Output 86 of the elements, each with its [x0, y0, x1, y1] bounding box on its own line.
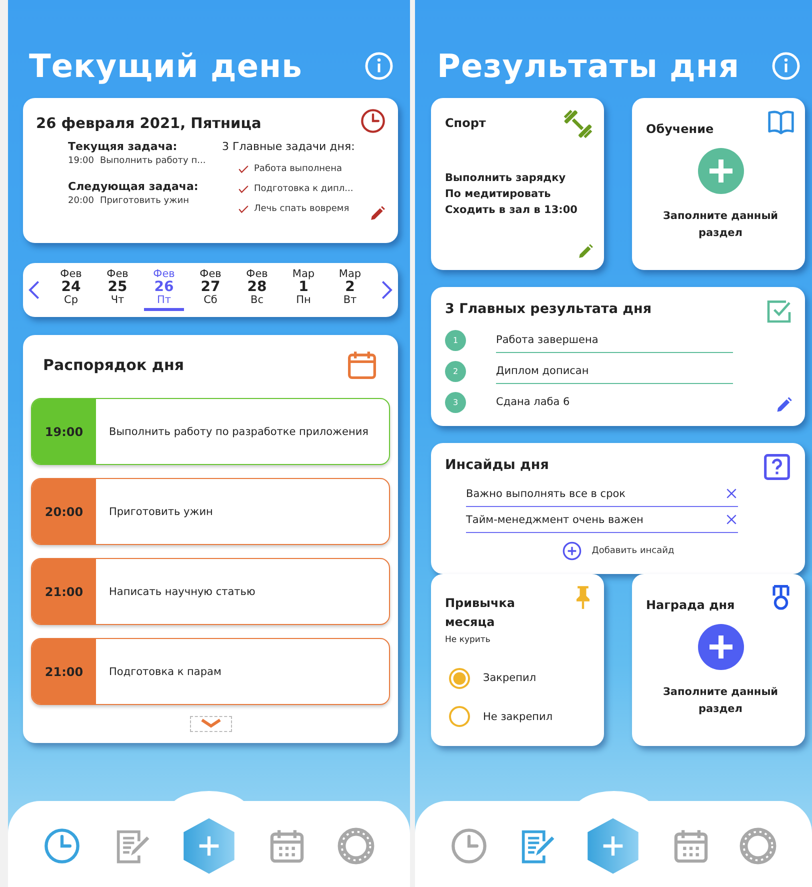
day-button[interactable]: Фев 25 Чт [98, 269, 138, 311]
goal-text: Сходить в зал в 13:00 [445, 203, 578, 218]
goal-text: По медитировать [445, 187, 552, 202]
add-icon[interactable] [698, 624, 744, 670]
nav-button[interactable] [672, 827, 710, 865]
wheel-icon [739, 827, 778, 865]
clock-icon [43, 827, 82, 865]
close-icon[interactable] [725, 487, 738, 500]
date-title: 26 февраля 2021, Пятница [36, 116, 262, 132]
question-icon [763, 453, 791, 481]
insight-text: Важно выполнять все в срок [466, 488, 626, 500]
schedule-row[interactable]: 20:00 Приготовить ужин [31, 478, 390, 545]
day-button[interactable]: Мар 2 Вт [330, 269, 370, 311]
card-title: Инсайды дня [445, 457, 549, 473]
goal-text: Выполнить зарядку [445, 171, 567, 186]
task-text: Приготовить ужин [100, 196, 189, 206]
event-text: Приготовить ужин [108, 504, 214, 520]
number-badge: 2 [445, 361, 466, 382]
card-title: 3 Главных результата дня [445, 301, 652, 317]
schedule-row[interactable]: 19:00 Выполнить работу по разработке приложения [31, 398, 390, 465]
card-title: Обучение [646, 122, 714, 136]
task-time: 20:00 [68, 196, 94, 206]
add-insight-button[interactable]: Добавить инсайд [562, 541, 674, 561]
task-text: Выполнить работу п... [100, 156, 206, 166]
event-text: Выполнить работу по разработке приложения [108, 424, 370, 440]
card-title: Привычка месяца [445, 595, 516, 631]
pencil-icon[interactable] [369, 205, 386, 222]
pencil-icon[interactable] [577, 243, 594, 260]
result-text: Сдана лаба 6 [496, 395, 571, 410]
add-icon[interactable] [698, 148, 744, 194]
number-badge: 3 [445, 392, 466, 413]
nav-button[interactable] [268, 827, 306, 865]
prompt-text: Заполните данный раздел [662, 209, 780, 241]
nav-button[interactable] [450, 827, 488, 865]
expand-button[interactable] [190, 716, 232, 732]
wheel-icon [336, 827, 375, 865]
clock-icon [450, 827, 488, 865]
task-item: Подготовка к дипл... [254, 184, 354, 194]
add-icon [562, 541, 582, 561]
day-button[interactable]: Фев 26 Пт [144, 269, 184, 311]
day-button[interactable]: Фев 24 Ср [51, 269, 91, 311]
result-text: Диплом дописан [496, 359, 733, 384]
pencil-icon[interactable] [775, 396, 793, 414]
habit-text: Не курить [445, 635, 492, 645]
prompt-text: Заполните данный раздел [662, 685, 780, 717]
nav-button[interactable] [43, 827, 82, 865]
number-badge: 1 [445, 330, 466, 351]
schedule-row[interactable]: 21:00 Подготовка к парам [31, 638, 390, 705]
task-item: Работа выполнена [254, 164, 342, 174]
day-button[interactable]: Мар 1 Пн [284, 269, 324, 311]
schedule-row[interactable]: 21:00 Написать научную статью [31, 558, 390, 625]
top-tasks-title: 3 Главные задачи дня: [222, 140, 356, 153]
info-icon[interactable] [364, 51, 394, 81]
radio-button[interactable] [449, 706, 470, 728]
time-block: 21:00 [32, 639, 96, 704]
option-label: Не закрепил [483, 710, 553, 723]
clock-icon [360, 108, 386, 134]
insight-text: Тайм-менеджмент очень важен [466, 514, 644, 526]
info-icon[interactable] [771, 51, 801, 81]
time-block: 19:00 [32, 399, 96, 464]
event-text: Написать научную статью [108, 584, 256, 600]
option-label: Закрепил [483, 672, 536, 684]
calendar-icon[interactable] [346, 349, 378, 381]
time-block: 21:00 [32, 559, 96, 624]
close-icon[interactable] [725, 513, 738, 526]
task-item: Лечь спать вовремя [254, 204, 350, 214]
day-button[interactable]: Фев 27 Сб [190, 269, 230, 311]
card-title: Распорядок дня [43, 356, 184, 374]
screen-title: Результаты дня [437, 47, 740, 85]
task-label: Текущяя задача: [68, 140, 178, 153]
card-title: Спорт [445, 116, 486, 130]
nav-button[interactable] [336, 827, 375, 865]
book-icon [767, 108, 795, 136]
calendar-icon [268, 827, 306, 865]
nav-button[interactable] [739, 827, 778, 865]
dumbbell-icon [562, 108, 594, 140]
task-label: Следующая задача: [68, 180, 200, 193]
screen-title: Текущий день [29, 47, 302, 85]
result-text: Работа завершена [496, 328, 733, 353]
calendar-icon [672, 827, 710, 865]
card-title: Награда дня [646, 598, 735, 612]
radio-button[interactable] [449, 668, 470, 689]
event-text: Подготовка к парам [108, 664, 222, 680]
day-button[interactable]: Фев 28 Вс [237, 269, 277, 311]
task-time: 19:00 [68, 156, 94, 166]
time-block: 20:00 [32, 479, 96, 544]
